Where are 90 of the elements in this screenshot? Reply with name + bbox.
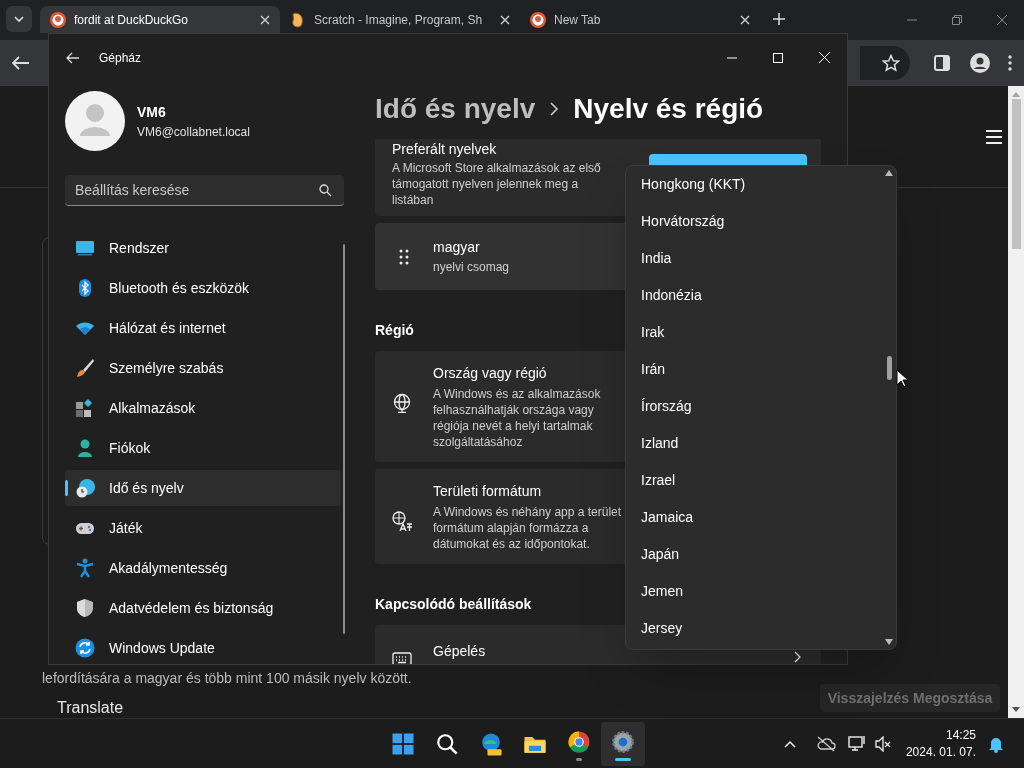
scroll-up-icon[interactable] [885, 170, 893, 176]
paintbrush-icon [75, 358, 95, 378]
menu-icon[interactable] [1008, 55, 1012, 71]
clock-date[interactable]: 2024. 01. 07. [905, 743, 976, 761]
user-email: VM6@collabnet.local [137, 123, 250, 141]
chevron-right-icon [794, 651, 802, 663]
section-heading: Régió [375, 321, 414, 340]
close-icon[interactable] [500, 14, 510, 25]
taskbar-app-button[interactable] [601, 722, 645, 766]
close-icon [818, 52, 830, 63]
monitor-icon [75, 238, 95, 258]
card-title: Preferált nyelvek [392, 140, 498, 159]
shield-icon [75, 598, 95, 618]
section-heading: Translate [57, 698, 124, 718]
globe-icon [392, 393, 412, 413]
chevron-up-icon[interactable] [783, 739, 796, 748]
scrollbar[interactable] [1008, 86, 1024, 718]
card-title: Ország vagy régió [433, 364, 547, 383]
chevron-down-icon [14, 14, 24, 24]
person-icon [75, 438, 95, 458]
card-description: A Microsoft Store alkalmazások az első támogatott nyelven jelennek meg a listában [392, 160, 602, 208]
breadcrumb-parent[interactable]: Idő és nyelv [375, 88, 536, 130]
scrollbar-thumb[interactable] [1011, 99, 1021, 249]
nav-item[interactable]: Rendszer [65, 230, 341, 266]
scrollbar-thumb[interactable] [886, 356, 892, 380]
scroll-down-icon[interactable] [1012, 707, 1020, 713]
section-heading: Kapcsolódó beállítások [375, 595, 532, 614]
network-icon[interactable] [847, 734, 868, 753]
nav-item[interactable]: Személyre szabás [65, 350, 341, 386]
browser-tab[interactable]: New Tab [520, 6, 760, 33]
restore-icon [951, 15, 962, 25]
duck-logo-icon [50, 11, 66, 28]
nav-item[interactable]: Akadálymentesség [65, 550, 341, 586]
hamburger-menu-icon[interactable] [986, 129, 1002, 144]
search-icon[interactable] [319, 184, 332, 197]
sync-icon [75, 638, 95, 658]
cloud-off-icon[interactable] [815, 735, 836, 752]
close-icon[interactable] [260, 14, 270, 25]
nav-item[interactable]: Hálózat és internet [65, 310, 341, 346]
keyboard-icon [392, 649, 412, 664]
globe-clock-icon [75, 478, 95, 498]
user-name: VM6 [137, 102, 167, 122]
accessibility-figure-icon [75, 558, 95, 578]
nav-item[interactable]: Bluetooth és eszközök [65, 270, 341, 306]
profile-icon[interactable] [970, 53, 990, 73]
tab-title: New Tab [554, 11, 601, 29]
language-name: magyar [433, 238, 481, 257]
close-icon [996, 15, 1007, 25]
clock-time[interactable]: 14:25 [945, 726, 976, 744]
browser-tab[interactable]: Scratch - Imagine, Program, Sh [280, 6, 520, 33]
mouse-cursor-icon [896, 369, 908, 388]
duck-logo-icon [530, 11, 546, 28]
dropdown-option[interactable]: Jemen [641, 573, 882, 610]
search-field[interactable]: Beállítás keresése [65, 175, 344, 206]
nav-item[interactable]: Windows Update [65, 630, 341, 664]
nav-item[interactable]: Adatvédelem és biztonság [65, 590, 341, 626]
chevron-right-icon [549, 102, 560, 116]
volume-muted-icon[interactable] [873, 735, 892, 752]
drag-handle-icon[interactable] [399, 248, 409, 265]
window-title: Gépház [99, 49, 142, 67]
page-title: Nyelv és régió [573, 92, 764, 126]
nav-item[interactable]: Idő és nyelv [65, 470, 341, 506]
cat-logo-icon [290, 11, 306, 28]
back-arrow-icon[interactable] [66, 51, 80, 64]
maximize-icon [773, 52, 783, 63]
apps-icon [75, 398, 95, 418]
page-text: lefordítására a magyar és több mint 100 másik nyelv között. [42, 669, 412, 688]
card-description: A Windows és az alkalmazások felhasználhatják országa vagy régiója nevét a helyi tartalmak szolgáltatásához [433, 386, 602, 450]
back-arrow-icon[interactable] [12, 56, 30, 70]
tab-title: Scratch - Imagine, Program, Sh [314, 11, 483, 29]
card-title: Területi formátum [433, 482, 542, 501]
avatar[interactable] [65, 91, 125, 151]
scroll-down-icon[interactable] [885, 639, 893, 645]
nav-item[interactable]: Játék [65, 510, 341, 546]
close-icon[interactable] [740, 14, 750, 25]
side-panel-icon[interactable] [934, 55, 950, 71]
plus-icon [773, 13, 785, 25]
star-icon[interactable] [882, 54, 900, 72]
nav-item[interactable]: Fiókok [65, 430, 341, 466]
dropdown-option[interactable]: Hongkong (KKT) [641, 166, 882, 203]
card-title: Gépelés [433, 642, 486, 661]
globe-letters-icon [392, 511, 412, 531]
tab-title: fordit at DuckDuckGo [74, 11, 189, 29]
card-description: A Windows és néhány app a terület formátum alapján formázza a dátumokat és az időpontokat. [433, 504, 623, 552]
dropdown-option[interactable]: Irak [641, 314, 882, 351]
address-bar[interactable] [860, 46, 910, 80]
browser-tab[interactable]: fordit at DuckDuckGo [40, 6, 280, 33]
nav-item[interactable]: Alkalmazások [65, 390, 341, 426]
language-detail: nyelvi csomag [433, 259, 510, 276]
tab-list-button[interactable] [6, 6, 32, 32]
